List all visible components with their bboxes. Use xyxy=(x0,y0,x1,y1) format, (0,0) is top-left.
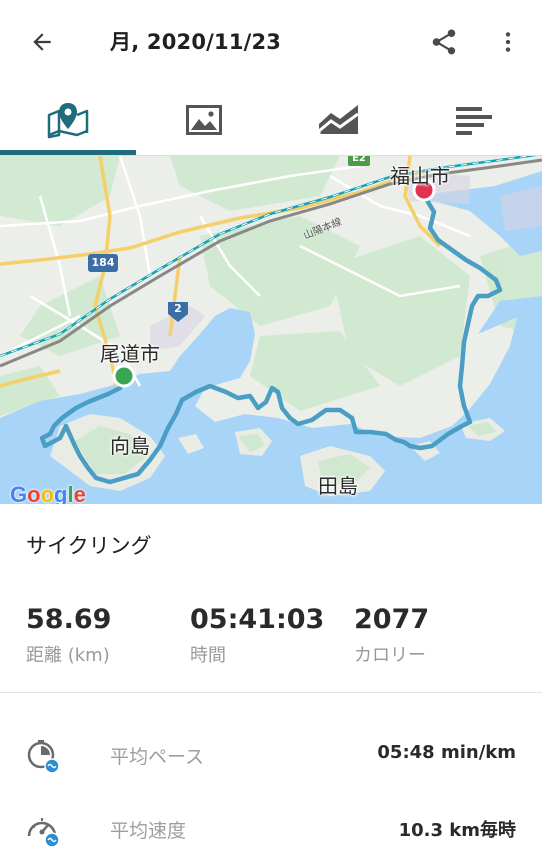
map-canvas xyxy=(0,156,542,504)
google-attribution: Google xyxy=(10,482,86,504)
section-divider xyxy=(0,692,542,693)
activity-type: サイクリング xyxy=(26,534,152,558)
bar-list-icon xyxy=(455,107,492,135)
tab-bar xyxy=(0,84,542,156)
start-marker xyxy=(112,364,136,388)
pace-value: 05:48 min/km xyxy=(377,742,516,763)
pace-clock-icon xyxy=(27,740,60,774)
detail-row-pace: 平均ペース 05:48 min/km xyxy=(0,732,542,792)
stat-distance: 58.69 距離 (km) xyxy=(26,604,111,667)
stat-calories-label: カロリー xyxy=(354,645,426,666)
stat-distance-value: 58.69 xyxy=(26,604,112,635)
map-pin-icon xyxy=(47,103,88,139)
pace-label: 平均ペース xyxy=(110,746,205,768)
arrow-back-icon xyxy=(33,33,51,51)
route-184-label: 184 xyxy=(91,256,115,269)
route-map[interactable]: 福山市 尾道市 向島 田島 山陽本線 184 2 E2 Google xyxy=(0,156,542,504)
map-label-onomichi: 尾道市 xyxy=(100,342,160,366)
more-options-button[interactable] xyxy=(490,22,526,62)
stat-calories: 2077 カロリー xyxy=(354,604,429,667)
route-2-label: 2 xyxy=(174,302,182,315)
more-vert-icon xyxy=(505,32,511,52)
tab-map[interactable] xyxy=(0,84,135,156)
area-chart-icon xyxy=(317,105,359,134)
image-icon xyxy=(185,105,222,135)
map-label-fukuyama: 福山市 xyxy=(390,164,450,188)
share-icon xyxy=(432,29,456,55)
app-bar: 月, 2020/11/23 xyxy=(0,0,542,84)
share-button[interactable] xyxy=(424,22,464,62)
map-label-tashima: 田島 xyxy=(318,474,358,498)
tab-splits[interactable] xyxy=(406,84,541,156)
speed-value: 10.3 km毎時 xyxy=(398,820,516,841)
stat-calories-value: 2077 xyxy=(354,604,430,635)
speedometer-icon xyxy=(27,818,60,848)
tab-chart[interactable] xyxy=(271,84,406,156)
stat-duration: 05:41:03 時間 xyxy=(190,604,324,667)
stat-duration-label: 時間 xyxy=(190,645,226,666)
stat-distance-label: 距離 (km) xyxy=(26,645,110,666)
back-button[interactable] xyxy=(22,22,62,62)
speed-label: 平均速度 xyxy=(110,820,187,842)
tab-photos[interactable] xyxy=(136,84,271,156)
route-e2-label: E2 xyxy=(352,156,366,164)
page-title: 月, 2020/11/23 xyxy=(110,30,282,54)
stat-duration-value: 05:41:03 xyxy=(190,604,325,635)
detail-row-speed: 平均速度 10.3 km毎時 xyxy=(0,806,542,858)
map-label-mukaishima: 向島 xyxy=(110,434,150,458)
